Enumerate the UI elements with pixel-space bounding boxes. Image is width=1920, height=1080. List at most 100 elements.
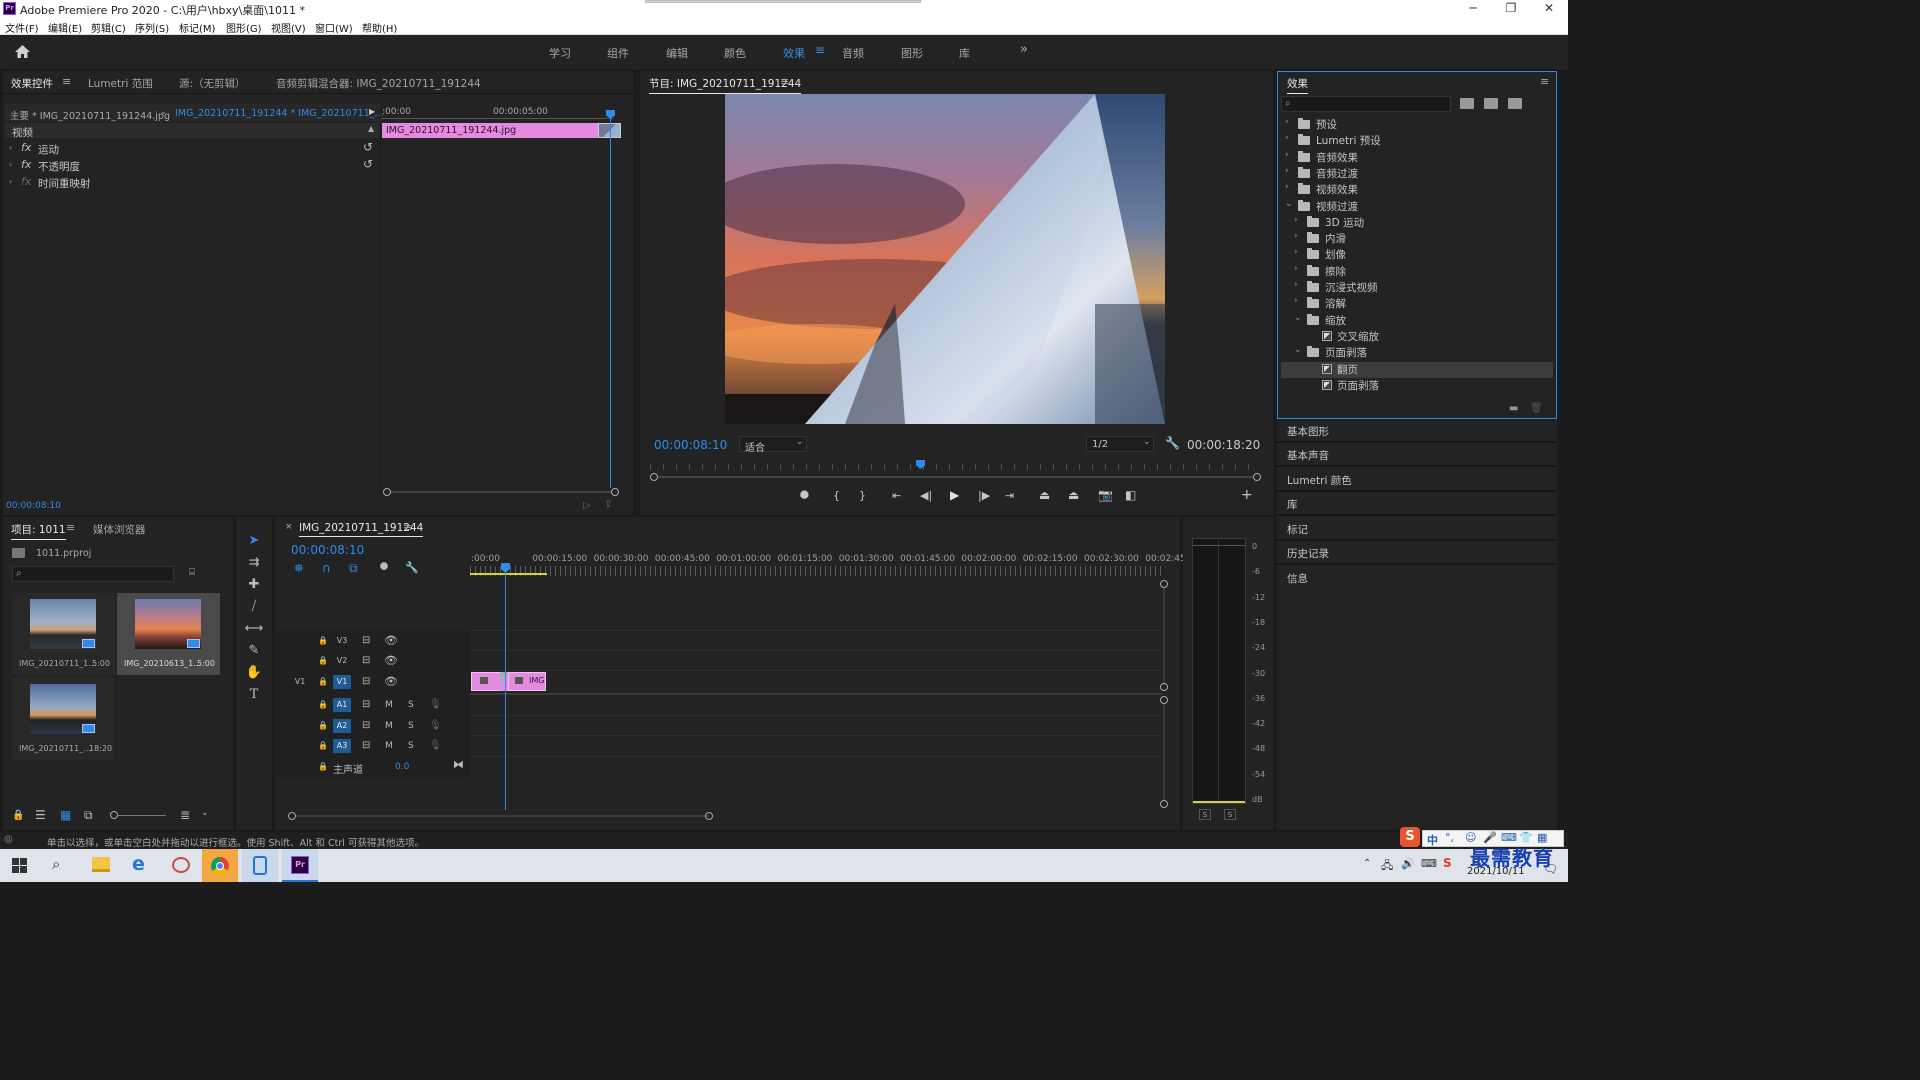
lock-track-icon[interactable]: 🔒	[318, 762, 328, 771]
file-explorer-icon[interactable]	[92, 857, 110, 872]
sync-lock-icon[interactable]: ⊟	[362, 655, 370, 666]
effects-search-field[interactable]: ⌕	[1281, 96, 1451, 112]
quality-select[interactable]: 1/2 ⌄	[1086, 436, 1154, 452]
freeform-view-icon[interactable]: ⧉	[84, 808, 93, 823]
input-method-icon[interactable]: ⌨	[1421, 857, 1437, 870]
fx-icon[interactable]: fx	[21, 141, 31, 154]
workspace-learn[interactable]: 学习	[549, 45, 571, 61]
effects-folder[interactable]: › 沉浸式视频	[1281, 280, 1551, 296]
sync-lock-icon[interactable]: ⊟	[362, 740, 370, 751]
side-panel-essential-sound[interactable]: 基本声音	[1287, 448, 1329, 463]
menu-clip[interactable]: 剪辑(C)	[91, 20, 126, 35]
chevron-right-icon[interactable]: ›	[1285, 150, 1289, 160]
extract-icon[interactable]: ⏏	[1068, 488, 1079, 502]
effects-folder[interactable]: › 预设	[1281, 117, 1551, 133]
ec-playhead[interactable]	[610, 112, 611, 488]
sync-lock-icon[interactable]: ⊟	[362, 720, 370, 731]
chevron-right-icon[interactable]: ›	[1285, 117, 1289, 127]
menu-view[interactable]: 视图(V)	[271, 20, 306, 35]
effect-item[interactable]: 翻页	[1281, 361, 1553, 378]
lock-icon[interactable]: 🔒	[12, 810, 24, 821]
solo-left-button[interactable]: S	[1199, 809, 1211, 820]
chevron-right-icon[interactable]: ›	[1294, 231, 1298, 241]
ec-row-motion[interactable]: 运动	[38, 142, 59, 157]
wrench-icon[interactable]: 🔧	[1165, 436, 1180, 450]
solo-button[interactable]: S	[408, 741, 414, 751]
chevron-right-icon[interactable]: ›	[1285, 166, 1289, 176]
lock-track-icon[interactable]: 🔒	[318, 721, 328, 730]
tab-media-browser[interactable]: 媒体浏览器	[93, 522, 146, 537]
track-v2[interactable]: V2	[333, 654, 351, 668]
go-to-point-icon[interactable]: ⧓	[453, 758, 464, 771]
expand-arrow-icon[interactable]: ›	[9, 160, 12, 169]
sogou-logo-icon[interactable]: S	[1400, 827, 1420, 847]
chevron-right-icon[interactable]: ›	[1294, 296, 1298, 306]
chevron-down-icon[interactable]: ⌄	[1285, 199, 1293, 209]
add-button-icon[interactable]: +	[1241, 487, 1253, 503]
solo-right-button[interactable]: S	[1224, 809, 1236, 820]
app-icon[interactable]	[172, 857, 190, 873]
effects-folder[interactable]: › 音频过渡	[1281, 166, 1551, 182]
filter-icon[interactable]: ▷	[583, 500, 591, 511]
workspace-assembly[interactable]: 组件	[607, 45, 629, 61]
effects-folder[interactable]: ⌄ 页面剥落	[1281, 345, 1551, 361]
effects-folder[interactable]: › 内滑	[1281, 231, 1551, 247]
tab-source[interactable]: 源:（无剪辑）	[179, 76, 246, 91]
program-zoom-bar[interactable]	[658, 476, 1253, 478]
side-panel-libraries[interactable]: 库	[1287, 497, 1298, 512]
tab-audio-clip-mixer[interactable]: 音频剪辑混合器: IMG_20210711_191244	[276, 76, 481, 91]
new-search-bin-icon[interactable]: ⌸	[189, 567, 195, 578]
eye-icon[interactable]: 👁	[384, 634, 398, 647]
chevron-right-icon[interactable]: ›	[1285, 133, 1289, 143]
selection-tool-icon[interactable]: ➤	[244, 532, 264, 550]
reset-icon[interactable]: ↺	[363, 157, 373, 171]
effects-folder[interactable]: › 溶解	[1281, 296, 1551, 312]
microphone-icon[interactable]: 🎙	[429, 720, 442, 731]
chevron-down-icon[interactable]: ⌄	[1294, 345, 1302, 355]
program-time-ruler[interactable]	[650, 464, 1260, 470]
tab-project[interactable]: 项目: 1011	[11, 522, 66, 540]
effect-item[interactable]: 交叉缩放	[1281, 329, 1551, 345]
add-marker-icon[interactable]: ⯃	[800, 489, 809, 503]
project-item[interactable]: IMG_20210711_... 18:20	[12, 678, 115, 760]
lock-track-icon[interactable]: 🔒	[318, 636, 328, 645]
windows-start-icon[interactable]	[12, 858, 27, 873]
premiere-taskbar-active[interactable]: Pr	[282, 849, 318, 882]
solo-button[interactable]: S	[408, 721, 414, 731]
lock-track-icon[interactable]: 🔒	[318, 656, 328, 665]
panel-menu-icon[interactable]: ≡	[780, 75, 789, 88]
eye-icon[interactable]: 👁	[384, 654, 398, 667]
ec-master-clip[interactable]: 主要 * IMG_20210711_191244.jpg	[10, 108, 170, 122]
search-icon[interactable]: ⌕	[52, 855, 60, 873]
chevron-right-icon[interactable]: ›	[1294, 280, 1298, 290]
play-triangle-icon[interactable]: ▶	[369, 107, 375, 116]
source-patch-v1[interactable]: V1	[291, 675, 309, 689]
new-bin-icon[interactable]: ▬	[1509, 403, 1518, 414]
workspace-libraries[interactable]: 库	[959, 45, 970, 61]
ec-sequence-clip[interactable]: IMG_20210711_191244 * IMG_20210711_...	[175, 108, 384, 119]
add-marker-icon[interactable]: ⯃	[380, 562, 388, 573]
fit-select[interactable]: 适合 ⌄	[739, 436, 807, 454]
project-item-selected[interactable]: IMG_20210613_1... 5:00	[117, 593, 220, 675]
side-panel-info[interactable]: 信息	[1287, 571, 1308, 586]
timeline-transition[interactable]	[500, 672, 508, 691]
mark-in-icon[interactable]: {	[833, 489, 840, 502]
effects-folder[interactable]: › 3D 运动	[1281, 215, 1551, 231]
hand-tool-icon[interactable]: ✋	[244, 664, 264, 682]
effects-folder[interactable]: ⌄ 视频过渡	[1281, 199, 1551, 215]
track-select-tool-icon[interactable]: ⇉	[244, 554, 264, 572]
razor-tool-icon[interactable]: ⧸	[244, 598, 264, 616]
timeline-timecode[interactable]: 00:00:08:10	[291, 543, 364, 557]
program-video-frame[interactable]	[725, 94, 1165, 424]
project-item[interactable]: IMG_20210711_1... 5:00	[12, 593, 115, 675]
network-icon[interactable]: 🖧	[1381, 857, 1393, 876]
effect-item[interactable]: 页面剥落	[1281, 378, 1551, 394]
workspace-audio[interactable]: 音频	[842, 45, 864, 61]
go-to-in-icon[interactable]: ⇤	[892, 489, 901, 502]
close-button[interactable]: ✕	[1530, 0, 1568, 18]
panel-menu-icon[interactable]: ≡	[66, 521, 75, 534]
app-taskbar-active[interactable]	[242, 849, 278, 882]
track-a2[interactable]: A2	[333, 719, 351, 733]
panel-menu-icon[interactable]: ≡	[1540, 75, 1549, 88]
effects-folder[interactable]: › Lumetri 预设	[1281, 133, 1551, 149]
